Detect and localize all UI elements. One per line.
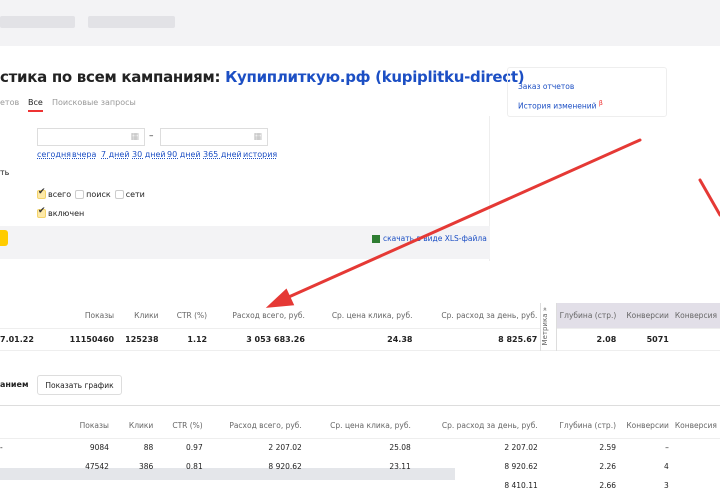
arrow-head [265,288,295,308]
red-arrow [698,178,720,217]
red-arrow [280,138,642,302]
annotation-overlay [265,138,720,308]
